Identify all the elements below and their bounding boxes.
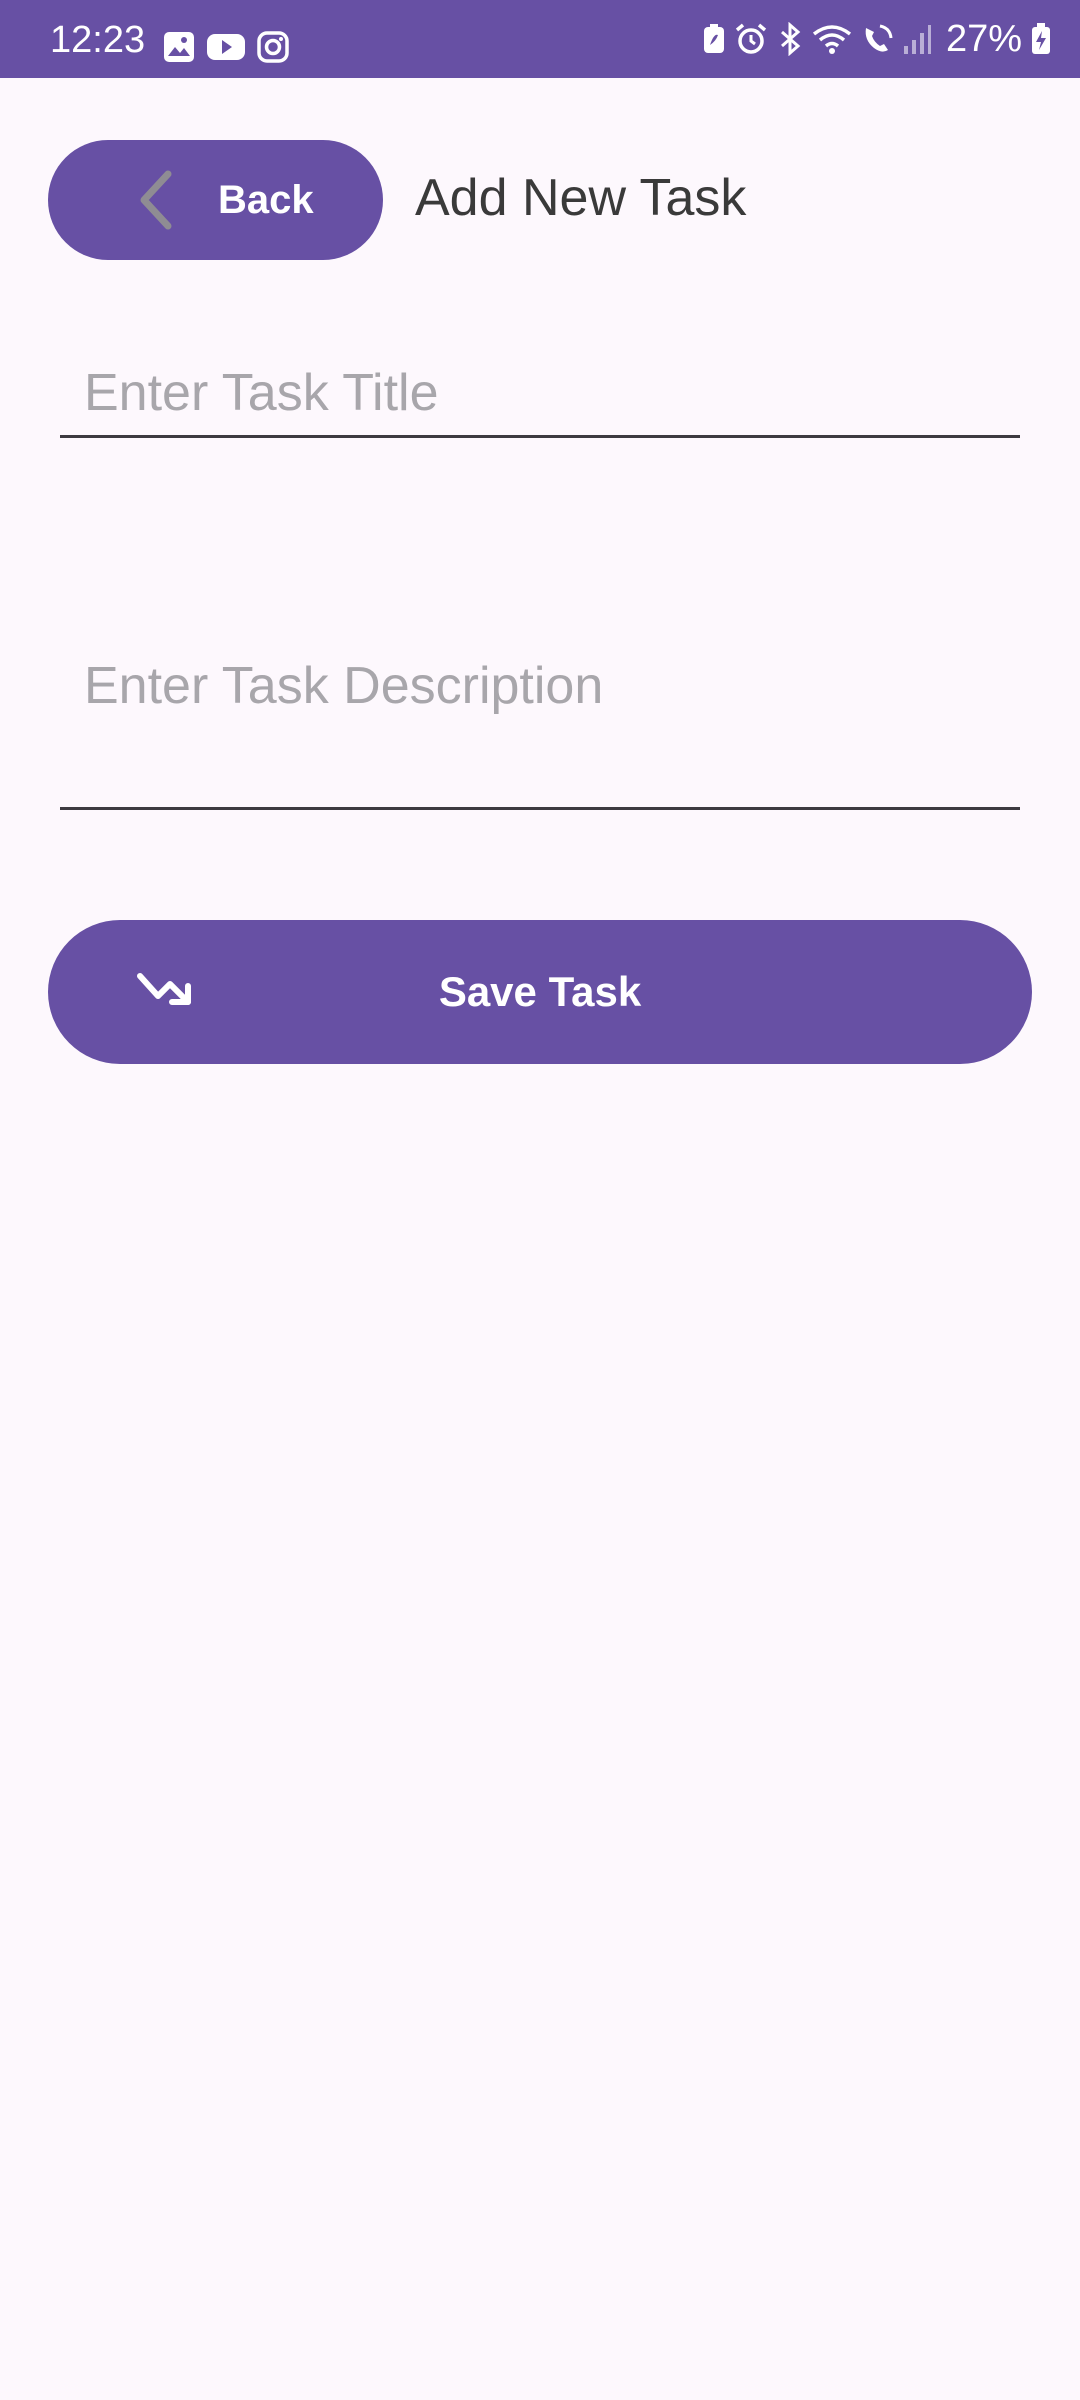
task-description-input[interactable] <box>60 640 1020 810</box>
youtube-icon <box>206 30 246 70</box>
bluetooth-icon <box>776 22 804 56</box>
page-title: Add New Task <box>415 169 747 227</box>
alarm-icon <box>734 22 768 56</box>
status-time: 12:23 <box>50 19 146 61</box>
status-bar: 12:23 27% <box>0 0 1080 78</box>
chevron-left-icon <box>134 170 178 230</box>
wifi-icon <box>812 22 852 56</box>
battery-charging-icon <box>1030 22 1052 56</box>
wifi-calling-icon <box>860 22 894 56</box>
save-task-label: Save Task <box>438 968 642 1015</box>
instagram-icon <box>256 30 290 70</box>
back-button-label: Back <box>218 178 314 222</box>
status-system-icons: 27% <box>702 0 1052 78</box>
save-task-button[interactable]: Save Task <box>48 920 1032 1064</box>
battery-saver-icon <box>702 23 726 55</box>
signal-icon <box>902 22 932 56</box>
gallery-icon <box>162 30 196 70</box>
status-notification-icons <box>162 30 290 70</box>
task-title-input[interactable] <box>60 350 1020 438</box>
battery-percentage: 27% <box>945 17 1022 60</box>
back-button[interactable]: Back <box>48 140 383 260</box>
